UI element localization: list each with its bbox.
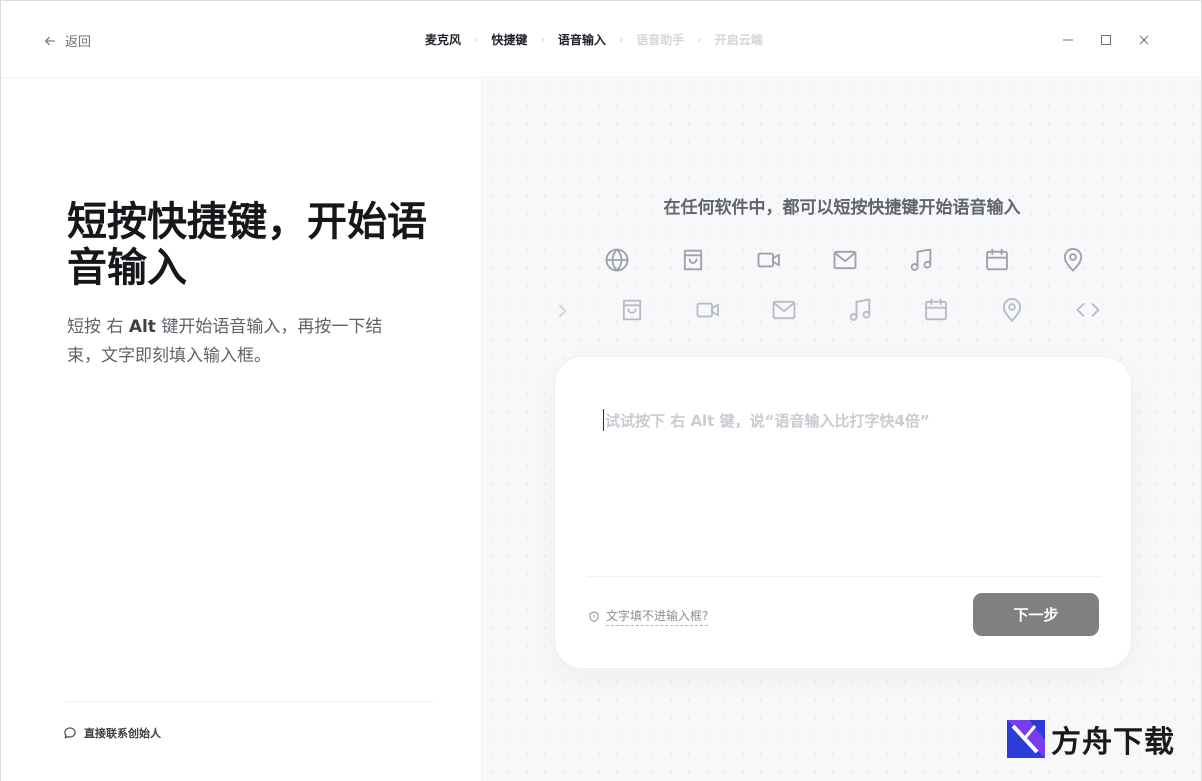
watermark-logo-icon — [1007, 720, 1045, 758]
section-title: 在任何软件中，都可以短按快捷键开始语音输入 — [663, 198, 1021, 218]
close-button[interactable] — [1131, 27, 1157, 53]
back-button[interactable]: 返回 — [43, 31, 91, 50]
location-icon — [1002, 298, 1022, 322]
next-step-button[interactable]: 下一步 — [973, 593, 1099, 636]
step-voice-input: 语音输入 — [557, 33, 606, 47]
step-microphone: 麦克风 — [425, 33, 462, 47]
minimize-icon — [1063, 39, 1073, 41]
page-title: 短按快捷键，开始语音输入 — [67, 199, 427, 291]
minimize-button[interactable] — [1055, 27, 1081, 53]
step-voice-assistant: 语音助手 — [636, 33, 685, 47]
title-bar: 返回 麦克风 › 快捷键 › 语音输入 › 语音助手 › 开启云端 — [1, 1, 1201, 78]
step-shortcut: 快捷键 — [491, 33, 528, 47]
mail-icon — [772, 300, 796, 320]
video-icon — [757, 252, 780, 268]
contact-label: 直接联系创始人 — [84, 727, 161, 740]
code-icon — [1076, 303, 1100, 317]
step-separator: › — [618, 33, 624, 46]
watermark-text: 方舟下载 — [1051, 725, 1175, 760]
step-separator: › — [540, 33, 545, 46]
maximize-icon — [1101, 35, 1111, 45]
left-panel: 短按快捷键，开始语音输入 短按 右 Alt 键开始语音输入，再按一下结束，文字即… — [1, 79, 481, 781]
contact-founder-link[interactable]: 直接联系创始人 — [63, 725, 161, 741]
maximize-button[interactable] — [1093, 27, 1119, 53]
app-icons-row-2 — [594, 294, 1126, 326]
location-icon — [1063, 248, 1083, 272]
back-label: 返回 — [65, 35, 92, 50]
step-indicator: 麦克风 › 快捷键 › 语音输入 › 语音助手 › 开启云端 — [425, 31, 763, 48]
shopping-bag-icon — [683, 249, 703, 271]
step-separator: › — [474, 33, 479, 46]
close-icon — [1139, 35, 1149, 45]
shopping-bag-icon — [622, 299, 642, 321]
shield-icon — [589, 610, 599, 622]
music-icon — [849, 298, 871, 321]
right-panel: 在任何软件中，都可以短按快捷键开始语音输入 试试按下 右 Alt 键，说“语音输… — [481, 79, 1201, 781]
voice-input-card: 试试按下 右 Alt 键，说“语音输入比打字快4倍” 文字填不进输入框? 下一步 — [554, 356, 1132, 669]
page-description: 短按 右 Alt 键开始语音输入，再按一下结束，文字即刻填入输入框。 — [67, 313, 407, 371]
app-icons-row-1 — [579, 244, 1111, 276]
help-link[interactable]: 文字填不进输入框? — [588, 607, 709, 626]
music-icon — [910, 248, 932, 271]
description-key: Alt — [128, 317, 156, 337]
code-icon — [558, 304, 567, 318]
calendar-icon — [925, 298, 947, 321]
partial-icon — [556, 297, 570, 323]
globe-icon — [605, 248, 629, 272]
text-caret — [603, 409, 604, 431]
app-window: 返回 麦克风 › 快捷键 › 语音输入 › 语音助手 › 开启云端 短按快捷键，… — [0, 0, 1202, 781]
arrow-left-icon — [44, 36, 56, 45]
help-label: 文字填不进输入框? — [606, 607, 709, 626]
video-icon — [696, 302, 719, 318]
watermark: 方舟下载 — [1007, 717, 1175, 761]
calendar-icon — [986, 248, 1008, 271]
step-separator: › — [697, 33, 702, 46]
mail-icon — [833, 250, 857, 270]
description-prefix: 短按 右 — [67, 317, 129, 337]
step-enable-cloud: 开启云端 — [714, 33, 763, 47]
card-divider — [587, 576, 1101, 577]
divider — [65, 701, 433, 702]
chat-bubble-icon — [64, 727, 76, 739]
voice-input-field[interactable]: 试试按下 右 Alt 键，说“语音输入比打字快4倍” — [603, 409, 1083, 431]
input-placeholder: 试试按下 右 Alt 键，说“语音输入比打字快4倍” — [605, 411, 930, 430]
